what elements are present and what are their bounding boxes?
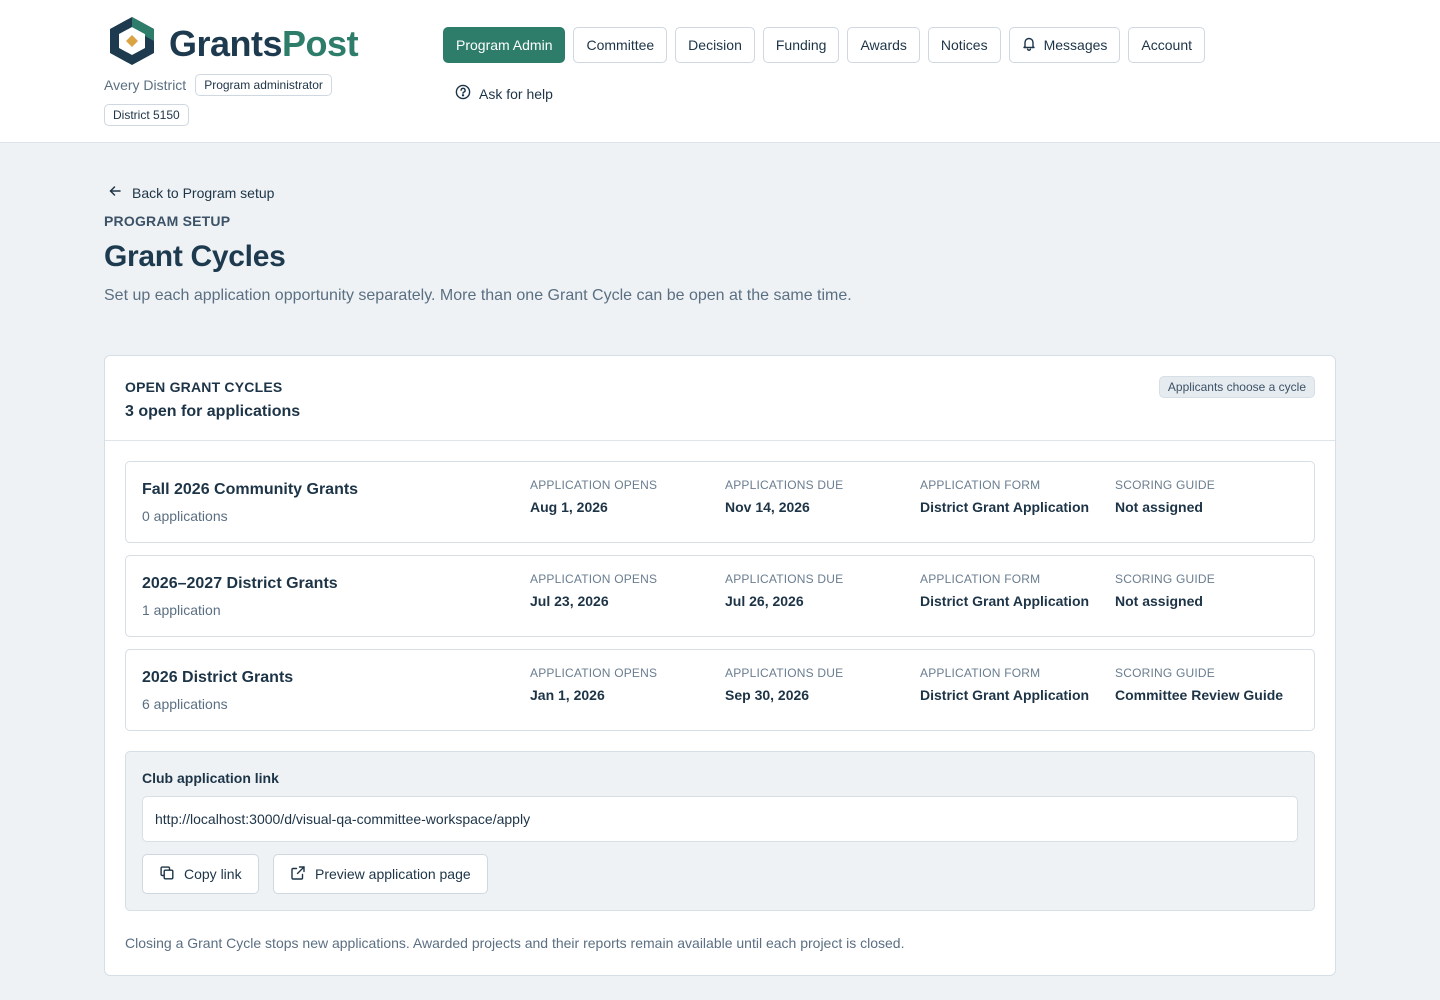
application-link-field[interactable]	[142, 796, 1298, 842]
copy-link-button[interactable]: Copy link	[142, 854, 259, 894]
field-guide: SCORING GUIDE Not assigned	[1115, 572, 1215, 609]
cycle-name: 2026 District Grants	[142, 669, 294, 686]
help-icon	[455, 84, 479, 103]
brand-name: GrantsPost	[169, 22, 359, 64]
nav-program-admin[interactable]: Program Admin	[443, 27, 566, 63]
cycle-application-count: 6 applications	[142, 696, 228, 712]
brand-logo[interactable]: GrantsPost	[105, 15, 359, 72]
external-link-icon	[290, 865, 315, 884]
top-bar: GrantsPost Avery District Program admini…	[0, 0, 1440, 143]
arrow-left-icon	[108, 184, 132, 201]
field-form: APPLICATION FORM District Grant Applicat…	[920, 572, 1090, 609]
field-opens: APPLICATION OPENS Aug 1, 2026	[530, 478, 658, 515]
application-link-panel: Club application link Copy link Preview …	[125, 751, 1315, 911]
org-info: Avery District Program administrator	[104, 74, 332, 96]
nav-awards[interactable]: Awards	[847, 27, 920, 63]
district-chip: District 5150	[104, 104, 189, 126]
copy-icon	[159, 865, 184, 884]
nav-committee[interactable]: Committee	[573, 27, 668, 63]
cycle-name: 2026–2027 District Grants	[142, 575, 338, 592]
field-form: APPLICATION FORM District Grant Applicat…	[920, 666, 1090, 703]
card-eyebrow: OPEN GRANT CYCLES	[125, 379, 283, 395]
page-title: Grant Cycles	[104, 240, 286, 273]
field-opens: APPLICATION OPENS Jan 1, 2026	[530, 666, 658, 703]
field-form: APPLICATION FORM District Grant Applicat…	[920, 478, 1090, 515]
card-subtitle: 3 open for applications	[125, 403, 301, 420]
nav-funding[interactable]: Funding	[762, 27, 840, 63]
logo-mark-icon	[105, 15, 159, 72]
open-cycles-card: OPEN GRANT CYCLES 3 open for application…	[104, 355, 1336, 976]
preview-application-button[interactable]: Preview application page	[273, 854, 488, 894]
footnote: Closing a Grant Cycle stops new applicat…	[125, 935, 905, 951]
nav-notices[interactable]: Notices	[927, 27, 1001, 63]
cycle-row[interactable]: Fall 2026 Community Grants 0 application…	[125, 461, 1315, 543]
nav-account[interactable]: Account	[1128, 27, 1205, 63]
help-link[interactable]: Ask for help	[455, 84, 553, 103]
back-link[interactable]: Back to Program setup	[108, 184, 274, 201]
card-header: OPEN GRANT CYCLES 3 open for application…	[105, 356, 1335, 441]
page-eyebrow: PROGRAM SETUP	[104, 213, 231, 229]
cycle-application-count: 0 applications	[142, 508, 228, 524]
field-guide: SCORING GUIDE Not assigned	[1115, 478, 1215, 515]
field-due: APPLICATIONS DUE Jul 26, 2026	[725, 572, 844, 609]
cycle-row[interactable]: 2026–2027 District Grants 1 application …	[125, 555, 1315, 637]
nav-messages[interactable]: Messages	[1008, 27, 1121, 63]
status-badge: Applicants choose a cycle	[1158, 376, 1315, 398]
role-chip: Program administrator	[195, 74, 332, 96]
page-description: Set up each application opportunity sepa…	[104, 287, 852, 304]
cycle-name: Fall 2026 Community Grants	[142, 481, 359, 498]
cycle-row[interactable]: 2026 District Grants 6 applications APPL…	[125, 649, 1315, 731]
org-name: Avery District	[104, 77, 187, 93]
field-guide: SCORING GUIDE Committee Review Guide	[1115, 666, 1284, 703]
field-opens: APPLICATION OPENS Jul 23, 2026	[530, 572, 658, 609]
nav-decision[interactable]: Decision	[675, 27, 755, 63]
cycle-application-count: 1 application	[142, 602, 221, 618]
application-link-label: Club application link	[142, 770, 279, 786]
bell-icon	[1022, 36, 1036, 54]
field-due: APPLICATIONS DUE Sep 30, 2026	[725, 666, 844, 703]
field-due: APPLICATIONS DUE Nov 14, 2026	[725, 478, 844, 515]
main-nav: Program Admin Committee Decision Funding…	[443, 27, 1213, 63]
